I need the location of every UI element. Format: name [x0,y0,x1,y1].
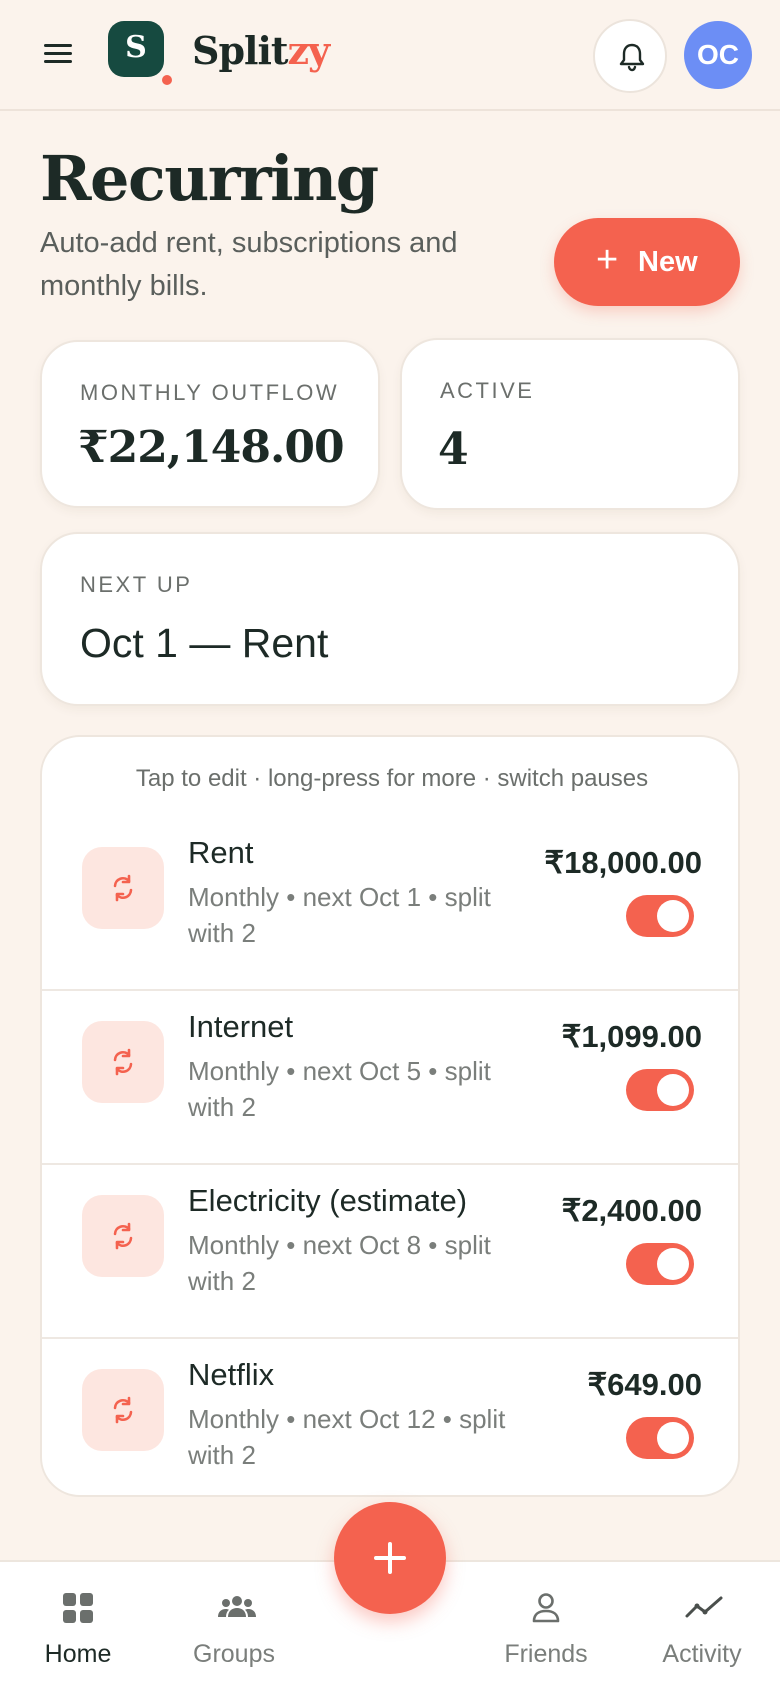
recurring-item-icon [82,1195,164,1277]
grid-icon [63,1593,93,1623]
user-avatar[interactable]: OC [684,21,752,89]
item-pause-toggle[interactable] [626,1417,694,1459]
item-meta: Monthly • next Oct 1 • split with 2 [188,882,491,948]
repeat-icon [113,1222,133,1250]
nav-home[interactable]: Home [8,1562,148,1688]
next-up-card: NEXT UP Oct 1 — Rent [40,532,740,706]
list-hint: Tap to edit · long-press for more · swit… [135,765,649,792]
trend-icon [685,1596,723,1618]
people-icon [218,1596,256,1617]
item-meta: Monthly • next Oct 5 • split with 2 [188,1056,491,1122]
new-button-label: New [638,246,698,278]
item-meta: Monthly • next Oct 8 • split with 2 [188,1230,491,1296]
logo-dot [162,75,172,85]
recurring-item-icon [82,1021,164,1103]
nav-activity-label: Activity [662,1640,742,1668]
toggle-knob [657,1422,689,1454]
notifications-button[interactable] [593,19,667,93]
toggle-knob [657,900,689,932]
item-title: Electricity (estimate) [188,1183,468,1218]
active-card: ACTIVE 4 [400,338,740,510]
nav-home-label: Home [44,1640,112,1668]
item-title: Rent [188,835,254,870]
brand-name-part2: zy [287,28,330,73]
item-meta: Monthly • next Oct 12 • split with 2 [188,1404,506,1470]
item-amount: ₹1,099.00 [561,1019,702,1054]
next-up-value: Oct 1 — Rent [80,620,329,666]
hamburger-menu-icon[interactable] [44,42,74,66]
new-recurring-button[interactable]: + New [554,218,740,306]
bell-icon [619,43,645,72]
item-pause-toggle[interactable] [626,1069,694,1111]
item-title: Netflix [188,1357,275,1392]
list-item[interactable]: Electricity (estimate) Monthly • next Oc… [42,1165,738,1339]
item-amount: ₹649.00 [587,1367,702,1402]
app-header: S Splitzy OC [0,0,780,111]
recurring-item-icon [82,847,164,929]
item-amount: ₹18,000.00 [544,845,702,880]
page-subtitle: Auto-add rent, subscriptions and monthly… [40,227,458,302]
nav-groups[interactable]: Groups [164,1562,304,1688]
toggle-knob [657,1248,689,1280]
add-expense-fab[interactable] [334,1502,446,1614]
nav-friends-label: Friends [504,1640,588,1668]
toggle-knob [657,1074,689,1106]
list-item[interactable]: Internet Monthly • next Oct 5 • split wi… [42,991,738,1165]
nav-groups-label: Groups [193,1640,275,1668]
repeat-icon [113,1396,133,1424]
plus-icon: + [596,239,619,281]
active-label: ACTIVE [440,378,535,403]
next-up-label: NEXT UP [80,572,193,597]
item-pause-toggle[interactable] [626,1243,694,1285]
monthly-outflow-card: MONTHLY OUTFLOW ₹22,148.00 [40,340,380,508]
page-title: Recurring [40,142,379,215]
nav-activity[interactable]: Activity [632,1562,772,1688]
plus-icon [374,1542,406,1574]
brand-name-part1: Split [192,28,288,73]
item-amount: ₹2,400.00 [561,1193,702,1228]
item-title: Internet [188,1009,294,1044]
person-icon [532,1593,560,1623]
brand-name: Splitzy [192,28,330,73]
repeat-icon [113,874,133,902]
list-item[interactable]: Rent Monthly • next Oct 1 • split with 2… [42,817,738,991]
item-pause-toggle[interactable] [626,895,694,937]
app-logo: S [108,21,164,77]
monthly-outflow-label: MONTHLY OUTFLOW [80,380,340,405]
nav-friends[interactable]: Friends [476,1562,616,1688]
monthly-outflow-value: ₹22,148.00 [78,422,345,473]
recurring-item-icon [82,1369,164,1451]
list-item[interactable]: Netflix Monthly • next Oct 12 • split wi… [42,1339,738,1495]
repeat-icon [113,1048,133,1076]
active-value: 4 [438,424,469,475]
recurring-list: Tap to edit · long-press for more · swit… [40,735,740,1497]
